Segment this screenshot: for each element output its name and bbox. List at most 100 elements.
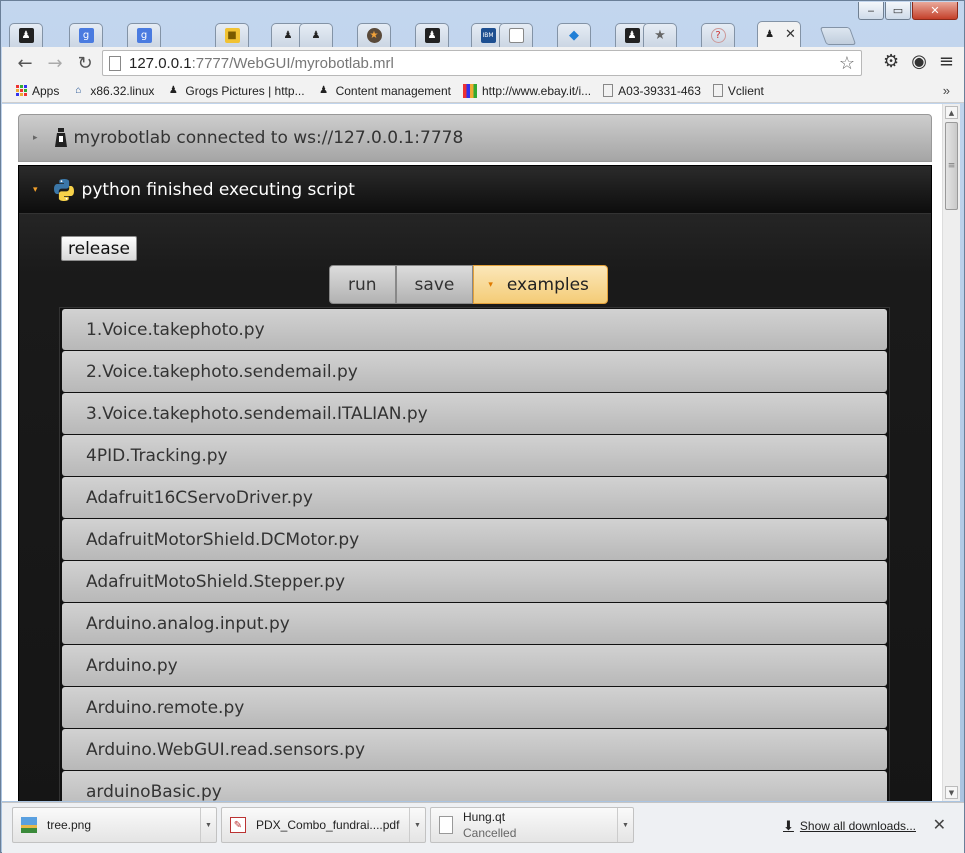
bookmark-x86-linux[interactable]: ⌂ x86.32.linux xyxy=(71,84,154,98)
page-content: ▸ myrobotlab connected to ws://127.0.0.1… xyxy=(2,104,942,801)
example-item[interactable]: Arduino.remote.py xyxy=(62,687,887,728)
example-item[interactable]: 2.Voice.takephoto.sendemail.py xyxy=(62,351,887,392)
bookmarks-overflow-button[interactable]: » xyxy=(943,83,950,98)
bookmark-star-icon[interactable]: ☆ xyxy=(839,53,855,74)
tab-robot[interactable]: ♟ xyxy=(9,23,43,47)
script-actions: run save ▾ examples xyxy=(329,265,608,304)
broadcast-icon[interactable]: ◉ xyxy=(911,51,927,72)
bookmark-label: x86.32.linux xyxy=(90,83,155,98)
download-item[interactable]: tree.png ▼ xyxy=(12,807,217,843)
downloads-bar: tree.png ▼ ✎ PDX_Combo_fundrai....pdf ▼ … xyxy=(2,802,964,853)
download-filename: PDX_Combo_fundrai....pdf xyxy=(256,818,400,832)
tab-strip: ♟ g g ■ ♟ ♟ ★ ♟ IBM ◆ ♟ ★ ? ♟ ✕ xyxy=(9,21,909,47)
release-button[interactable]: release xyxy=(61,236,137,261)
page-icon xyxy=(603,84,614,97)
tab-circle[interactable]: ★ xyxy=(357,23,391,47)
bookmark-label: A03-39331-463 xyxy=(618,83,701,98)
examples-dropdown-button[interactable]: ▾ examples xyxy=(473,265,608,304)
download-item[interactable]: Hung.qt Cancelled ▼ xyxy=(430,807,634,843)
settings-gear-icon[interactable]: ⚙ xyxy=(883,51,899,72)
robot-icon: ♟ xyxy=(319,85,329,96)
google-icon: g xyxy=(136,28,152,43)
tab-robot[interactable]: ♟ xyxy=(299,23,333,47)
example-item[interactable]: Arduino.WebGUI.read.sensors.py xyxy=(62,729,887,770)
example-item[interactable]: AdafruitMotorShield.DCMotor.py xyxy=(62,519,887,560)
bookmark-content-management[interactable]: ♟ Content management xyxy=(317,84,451,98)
chevron-down-icon[interactable]: ▼ xyxy=(409,808,425,842)
bookmark-label: Grogs Pictures | http... xyxy=(185,83,305,98)
scrollbar-thumb[interactable]: ≡ xyxy=(945,122,958,210)
bookmark-label: Content management xyxy=(335,83,451,98)
robot-icon xyxy=(54,128,68,148)
tab-active[interactable]: ♟ ✕ xyxy=(757,21,801,47)
python-status-title: python finished executing script xyxy=(81,179,355,200)
example-item[interactable]: Arduino.analog.input.py xyxy=(62,603,887,644)
robot-icon: ♟ xyxy=(283,30,293,41)
python-panel-header[interactable]: ▾ python finished executing script xyxy=(19,166,931,214)
expanded-arrow-icon: ▾ xyxy=(33,184,38,195)
bookmark-vclient[interactable]: Vclient xyxy=(712,83,764,98)
download-item[interactable]: ✎ PDX_Combo_fundrai....pdf ▼ xyxy=(221,807,426,843)
address-bar[interactable]: 127.0.0.1:7777/WebGUI/myrobotlab.mrl ☆ xyxy=(102,50,862,76)
bookmark-apps[interactable]: Apps xyxy=(16,84,59,98)
star-icon: ★ xyxy=(654,28,666,43)
tab-star[interactable]: ★ xyxy=(643,23,677,47)
save-button[interactable]: save xyxy=(395,265,474,304)
reload-button[interactable]: ↻ xyxy=(72,50,98,76)
tab-page[interactable] xyxy=(499,23,533,47)
scroll-up-icon[interactable]: ▲ xyxy=(945,106,958,119)
runtime-panel-header[interactable]: ▸ myrobotlab connected to ws://127.0.0.1… xyxy=(18,114,932,162)
robot-icon: ♟ xyxy=(424,28,440,43)
bookmark-label: http://www.ebay.it/i... xyxy=(481,83,592,98)
example-item[interactable]: Adafruit16CServoDriver.py xyxy=(62,477,887,518)
robot-icon: ♟ xyxy=(311,30,321,41)
bookmark-grogs-pictures[interactable]: ♟ Grogs Pictures | http... xyxy=(166,83,305,98)
example-item[interactable]: Arduino.py xyxy=(62,645,887,686)
browser-window: ‒ ▭ ✕ ♟ g g ■ ♟ ♟ ★ ♟ IBM ◆ ♟ ★ ? ♟ ✕ ← … xyxy=(0,0,965,853)
close-window-button[interactable]: ✕ xyxy=(912,2,958,20)
robot-icon: ♟ xyxy=(765,29,775,40)
chevron-down-icon[interactable]: ▼ xyxy=(200,808,216,842)
tab-dropbox[interactable]: ◆ xyxy=(557,23,591,47)
show-all-label: Show all downloads... xyxy=(799,819,916,833)
chevron-down-icon[interactable]: ▼ xyxy=(617,808,633,842)
scroll-down-icon[interactable]: ▼ xyxy=(945,786,958,799)
tab-google[interactable]: g xyxy=(127,23,161,47)
minimize-button[interactable]: ‒ xyxy=(858,2,884,20)
close-downloads-icon[interactable]: ✕ xyxy=(933,815,946,834)
examples-label: examples xyxy=(506,274,589,295)
tab-package[interactable]: ■ xyxy=(215,23,249,47)
example-item[interactable]: arduinoBasic.py xyxy=(62,771,887,801)
back-button[interactable]: ← xyxy=(12,50,38,76)
file-icon xyxy=(439,816,453,834)
tab-robot[interactable]: ♟ xyxy=(415,23,449,47)
bookmark-ebay[interactable]: http://www.ebay.it/i... xyxy=(462,83,592,98)
example-item[interactable]: 4PID.Tracking.py xyxy=(62,435,887,476)
maximize-button[interactable]: ▭ xyxy=(885,2,911,20)
python-panel: ▾ python finished executing script relea… xyxy=(18,165,932,801)
package-icon: ■ xyxy=(224,28,240,43)
circle-star-icon: ★ xyxy=(366,28,382,43)
page-icon xyxy=(508,28,524,43)
download-filename: tree.png xyxy=(47,818,92,832)
page-scrollbar[interactable]: ▲ ≡ ▼ xyxy=(942,104,960,801)
run-button[interactable]: run xyxy=(329,265,396,304)
close-tab-icon[interactable]: ✕ xyxy=(785,27,796,42)
bookmark-a03[interactable]: A03-39331-463 xyxy=(603,84,701,98)
python-logo-icon xyxy=(53,178,74,201)
bookmarks-bar: Apps ⌂ x86.32.linux ♟ Grogs Pictures | h… xyxy=(2,79,964,103)
example-item[interactable]: 1.Voice.takephoto.py xyxy=(62,309,887,350)
menu-icon[interactable]: ≡ xyxy=(939,51,954,72)
example-item[interactable]: AdafruitMotoShield.Stepper.py xyxy=(62,561,887,602)
download-arrow-icon: ⬇ xyxy=(783,818,794,833)
tab-google[interactable]: g xyxy=(69,23,103,47)
url-path: :7777/WebGUI/myrobotlab.mrl xyxy=(191,54,394,72)
example-item[interactable]: 3.Voice.takephoto.sendemail.ITALIAN.py xyxy=(62,393,887,434)
show-all-downloads-link[interactable]: ⬇ Show all downloads... xyxy=(783,818,916,834)
tab-help[interactable]: ? xyxy=(701,23,735,47)
new-tab-button[interactable] xyxy=(819,27,857,45)
ibm-icon: IBM xyxy=(480,28,496,43)
bookmark-label: Vclient xyxy=(727,83,764,98)
forward-button[interactable]: → xyxy=(42,50,68,76)
download-filename: Hung.qt xyxy=(463,810,506,824)
